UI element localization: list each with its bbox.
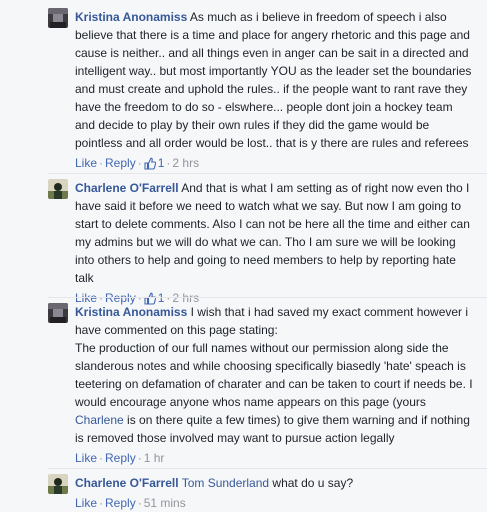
avatar-photo-icon	[48, 303, 68, 323]
mention-link[interactable]: Tom Sunderland	[182, 476, 269, 490]
like-button[interactable]: Like	[75, 451, 97, 465]
like-button[interactable]: Like	[75, 496, 97, 510]
avatar[interactable]	[48, 8, 68, 28]
divider	[48, 297, 487, 298]
comment-actions: Like · Reply · 1 · 2 hrs	[75, 156, 200, 170]
comment-text: And that is what I am setting as of righ…	[75, 181, 474, 285]
comment-text: what do u say?	[272, 476, 354, 490]
comment-author[interactable]: Kristina Anonamiss	[75, 305, 187, 319]
reply-button[interactable]: Reply	[105, 156, 136, 170]
avatar[interactable]	[48, 303, 68, 323]
avatar[interactable]	[48, 179, 68, 199]
divider	[48, 468, 487, 469]
avatar-photo-icon	[48, 179, 68, 199]
avatar-photo-icon	[48, 474, 68, 494]
reply-button[interactable]: Reply	[105, 451, 136, 465]
thumbs-up-icon	[144, 157, 156, 170]
comment-thread: Kristina Anonamiss As much as i believe …	[0, 0, 487, 512]
divider	[48, 173, 487, 174]
avatar-photo-icon	[48, 8, 68, 28]
comment-author[interactable]: Charlene O'Farrell	[75, 476, 179, 490]
avatar[interactable]	[48, 474, 68, 494]
comment-text: I wish that i had saved my exact comment…	[75, 305, 473, 409]
comment-author[interactable]: Kristina Anonamiss	[75, 10, 187, 24]
comment-text: As much as i believe in freedom of speec…	[75, 10, 475, 150]
comment-actions: Like · Reply · 1 hr	[75, 451, 165, 465]
timestamp[interactable]: 1 hr	[144, 451, 165, 465]
like-button[interactable]: Like	[75, 156, 97, 170]
timestamp[interactable]: 51 mins	[144, 496, 186, 510]
comment-actions: Like · Reply · 51 mins	[75, 496, 186, 510]
comment-text-continued: is on there quite a few times) to give t…	[75, 413, 474, 445]
reply-button[interactable]: Reply	[105, 496, 136, 510]
comment-author[interactable]: Charlene O'Farrell	[75, 181, 179, 195]
timestamp[interactable]: 2 hrs	[172, 156, 199, 170]
like-count[interactable]: 1	[144, 156, 164, 170]
mention-link[interactable]: Charlene	[75, 413, 124, 427]
